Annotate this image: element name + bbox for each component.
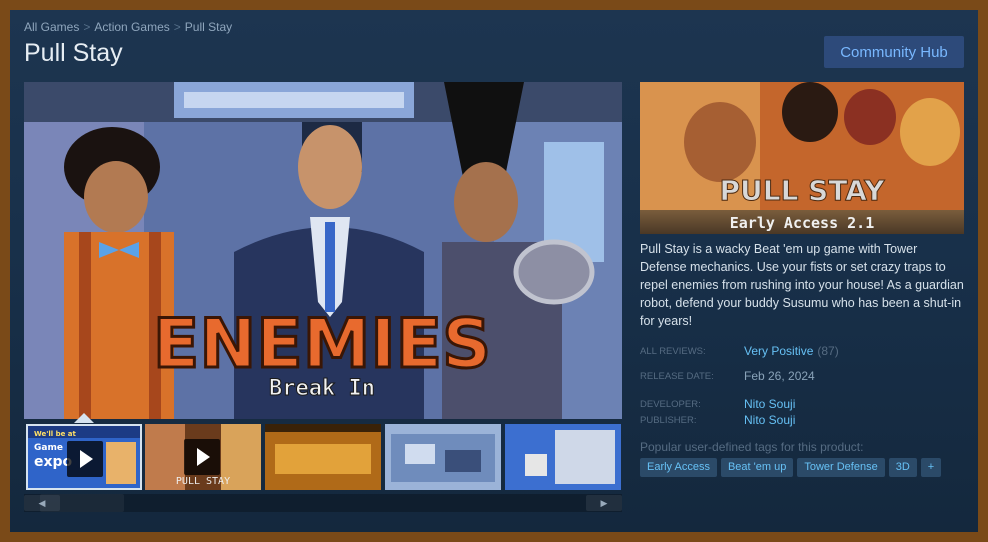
developer-link[interactable]: Nito Souji	[744, 397, 795, 411]
thumbnail-screenshot-4[interactable]	[385, 424, 501, 490]
thumb-logo-text: PULL STAY	[176, 476, 230, 487]
scroll-right-button[interactable]: ▶	[586, 495, 622, 511]
tag-beat-em-up[interactable]: Beat 'em up	[720, 458, 794, 477]
breadcrumb-pull-stay[interactable]: Pull Stay	[185, 20, 232, 34]
early-access-label: Early Access 2.1	[729, 214, 875, 232]
breadcrumb-separator: >	[83, 20, 91, 34]
subline-text: Break In	[269, 376, 375, 401]
reviews-value[interactable]: Very Positive	[744, 344, 813, 358]
active-thumb-caret	[74, 413, 94, 423]
main-screenshot[interactable]: ENEMIES Break In	[24, 82, 622, 419]
thumbnail-screenshot-5[interactable]	[505, 424, 621, 490]
tag-tower-defense[interactable]: Tower Defense	[797, 458, 885, 477]
thumbnail-strip: We'll be at Game expo PULL STAY	[24, 424, 622, 490]
breadcrumb-action-games[interactable]: Action Games	[94, 20, 169, 34]
publisher-label: PUBLISHER:	[640, 415, 697, 426]
publisher-link[interactable]: Nito Souji	[744, 413, 795, 427]
thumb-line-1: We'll be at	[34, 430, 77, 438]
reviews-summary[interactable]: Very Positive (87)	[744, 344, 839, 358]
page-title: Pull Stay	[24, 39, 123, 67]
community-hub-button[interactable]: Community Hub	[824, 36, 964, 68]
tags-heading: Popular user-defined tags for this produ…	[640, 440, 864, 454]
tag-early-access[interactable]: Early Access	[640, 458, 717, 477]
developer-label: DEVELOPER:	[640, 399, 701, 410]
thumbnail-video-1[interactable]: We'll be at Game expo	[26, 424, 142, 490]
scroll-left-button[interactable]: ◀	[24, 495, 60, 511]
play-icon	[67, 441, 103, 477]
screenshot-image: ENEMIES Break In	[24, 82, 622, 419]
game-capsule-image: PULL STAY Early Access 2.1	[640, 82, 964, 234]
reviews-count: (87)	[817, 344, 839, 358]
thumb-line-2: Game	[34, 443, 63, 453]
thumbnail-video-2[interactable]: PULL STAY	[145, 424, 261, 490]
play-icon	[184, 439, 220, 475]
tag-more-button[interactable]: +	[920, 458, 942, 477]
store-page: All Games > Action Games > Pull Stay Pull St…	[10, 10, 978, 532]
capsule-logo-text: PULL STAY	[719, 174, 885, 207]
headline-text: ENEMIES	[153, 305, 491, 384]
tag-list: Early Access Beat 'em up Tower Defense 3…	[640, 458, 942, 477]
breadcrumb: All Games > Action Games > Pull Stay	[24, 20, 232, 34]
thumbnail-image	[505, 424, 621, 490]
tag-3d[interactable]: 3D	[888, 458, 917, 477]
reviews-label: ALL REVIEWS:	[640, 346, 706, 357]
game-description: Pull Stay is a wacky Beat 'em up game wi…	[640, 242, 964, 328]
release-date-label: RELEASE DATE:	[640, 371, 714, 382]
thumbnail-image	[385, 424, 501, 490]
breadcrumb-all-games[interactable]: All Games	[24, 20, 79, 34]
thumbnail-screenshot-3[interactable]	[265, 424, 381, 490]
release-date-value: Feb 26, 2024	[744, 369, 815, 383]
breadcrumb-separator: >	[173, 20, 181, 34]
thumbnail-image	[265, 424, 381, 490]
